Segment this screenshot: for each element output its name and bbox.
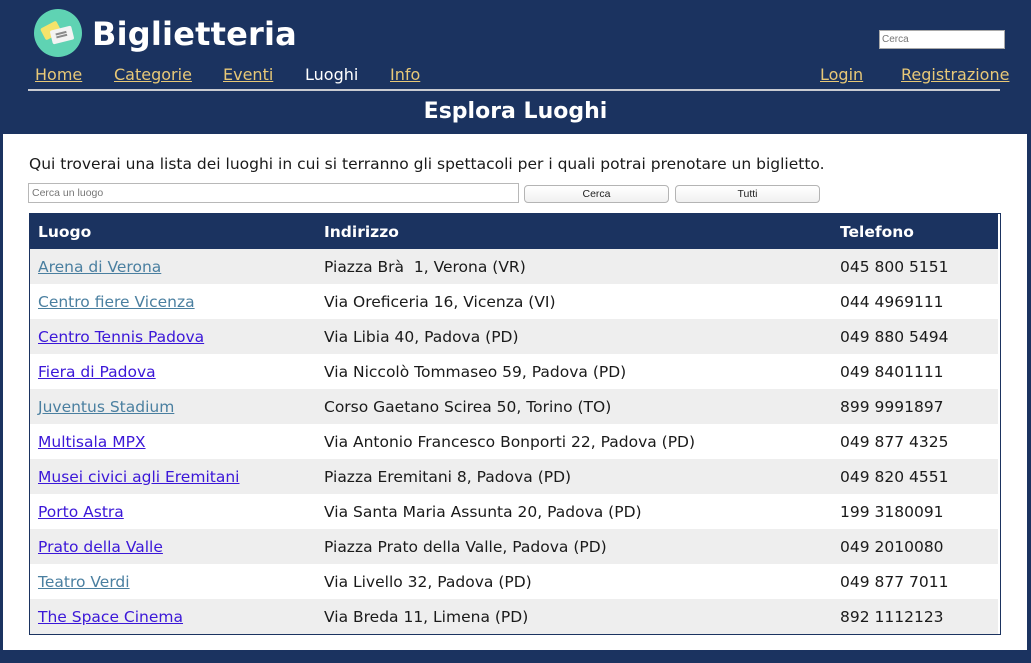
cell-telefono: 045 800 5151 bbox=[840, 257, 949, 276]
cell-telefono: 049 877 4325 bbox=[840, 432, 949, 451]
cell-luogo: Prato della Valle bbox=[30, 529, 316, 564]
table-row: Musei civici agli Eremitani Piazza Eremi… bbox=[30, 459, 998, 494]
cell-luogo: Juventus Stadium bbox=[30, 389, 316, 424]
cell-luogo: Multisala MPX bbox=[30, 424, 316, 459]
cell-indirizzo: Via Antonio Francesco Bonporti 22, Padov… bbox=[324, 432, 696, 451]
venue-link[interactable]: Juventus Stadium bbox=[38, 398, 174, 416]
venues-table-container: Luogo Indirizzo Telefono Arena di Verona… bbox=[29, 213, 1001, 635]
site-header: Biglietteria Home Categorie Eventi Luogh… bbox=[0, 0, 1031, 134]
cell-indirizzo: Via Libia 40, Padova (PD) bbox=[324, 327, 519, 346]
cell-luogo: Musei civici agli Eremitani bbox=[30, 459, 316, 494]
cell-indirizzo: Corso Gaetano Scirea 50, Torino (TO) bbox=[324, 397, 612, 416]
cell-telefono: 049 877 7011 bbox=[840, 572, 949, 591]
search-button[interactable]: Cerca bbox=[524, 185, 669, 203]
cell-luogo: Centro Tennis Padova bbox=[30, 319, 316, 354]
nav-login[interactable]: Login bbox=[820, 64, 863, 86]
cell-luogo: Centro fiere Vicenza bbox=[30, 284, 316, 319]
column-header-telefono: Telefono bbox=[840, 222, 914, 241]
nav-home[interactable]: Home bbox=[35, 64, 82, 86]
venue-link[interactable]: The Space Cinema bbox=[38, 608, 183, 626]
header-divider bbox=[28, 89, 1000, 91]
table-row: Multisala MPX Via Antonio Francesco Bonp… bbox=[30, 424, 998, 459]
venue-link[interactable]: Fiera di Padova bbox=[38, 363, 156, 381]
cell-indirizzo: Piazza Brà 1, Verona (VR) bbox=[324, 257, 526, 276]
table-row: Teatro Verdi Via Livello 32, Padova (PD)… bbox=[30, 564, 998, 599]
search-luogo-input[interactable] bbox=[28, 183, 519, 203]
venue-link[interactable]: Centro fiere Vicenza bbox=[38, 293, 195, 311]
nav-eventi[interactable]: Eventi bbox=[223, 64, 273, 86]
page: Biglietteria Home Categorie Eventi Luogh… bbox=[0, 0, 1031, 663]
nav-info[interactable]: Info bbox=[390, 64, 420, 86]
cell-luogo: The Space Cinema bbox=[30, 599, 316, 634]
cell-luogo: Porto Astra bbox=[30, 494, 316, 529]
table-row: Prato della Valle Piazza Prato della Val… bbox=[30, 529, 998, 564]
cell-indirizzo: Via Santa Maria Assunta 20, Padova (PD) bbox=[324, 502, 642, 521]
intro-text: Qui troverai una lista dei luoghi in cui… bbox=[29, 155, 825, 173]
venue-link[interactable]: Musei civici agli Eremitani bbox=[38, 468, 239, 486]
table-header-row: Luogo Indirizzo Telefono bbox=[30, 214, 998, 249]
cell-indirizzo: Via Breda 11, Limena (PD) bbox=[324, 607, 529, 626]
table-row: Centro fiere Vicenza Via Oreficeria 16, … bbox=[30, 284, 998, 319]
nav-registrazione[interactable]: Registrazione bbox=[901, 64, 1009, 86]
cell-telefono: 049 880 5494 bbox=[840, 327, 949, 346]
column-header-luogo: Luogo bbox=[38, 222, 92, 241]
table-row: Arena di Verona Piazza Brà 1, Verona (VR… bbox=[30, 249, 998, 284]
venue-link[interactable]: Teatro Verdi bbox=[38, 573, 130, 591]
cell-indirizzo: Via Niccolò Tommaseo 59, Padova (PD) bbox=[324, 362, 627, 381]
cell-telefono: 899 9991897 bbox=[840, 397, 944, 416]
brand-title[interactable]: Biglietteria bbox=[92, 14, 297, 54]
page-title: Esplora Luoghi bbox=[423, 99, 608, 124]
show-all-button[interactable]: Tutti bbox=[675, 185, 820, 203]
cell-telefono: 892 1112123 bbox=[840, 607, 944, 626]
venue-link[interactable]: Porto Astra bbox=[38, 503, 124, 521]
table-row: The Space Cinema Via Breda 11, Limena (P… bbox=[30, 599, 998, 634]
main-content: Qui troverai una lista dei luoghi in cui… bbox=[3, 134, 1027, 650]
cell-luogo: Teatro Verdi bbox=[30, 564, 316, 599]
nav-categorie[interactable]: Categorie bbox=[114, 64, 192, 86]
venue-link[interactable]: Centro Tennis Padova bbox=[38, 328, 204, 346]
venue-link[interactable]: Multisala MPX bbox=[38, 433, 146, 451]
table-row: Fiera di Padova Via Niccolò Tommaseo 59,… bbox=[30, 354, 998, 389]
cell-luogo: Arena di Verona bbox=[30, 249, 316, 284]
cell-telefono: 199 3180091 bbox=[840, 502, 944, 521]
cell-telefono: 044 4969111 bbox=[840, 292, 944, 311]
venue-link[interactable]: Prato della Valle bbox=[38, 538, 163, 556]
table-row: Porto Astra Via Santa Maria Assunta 20, … bbox=[30, 494, 998, 529]
cell-telefono: 049 8401111 bbox=[840, 362, 944, 381]
nav-luoghi: Luoghi bbox=[305, 65, 359, 84]
ticket-logo-icon[interactable] bbox=[34, 9, 82, 57]
cell-indirizzo: Piazza Eremitani 8, Padova (PD) bbox=[324, 467, 572, 486]
cell-telefono: 049 820 4551 bbox=[840, 467, 949, 486]
table-row: Juventus Stadium Corso Gaetano Scirea 50… bbox=[30, 389, 998, 424]
cell-indirizzo: Via Livello 32, Padova (PD) bbox=[324, 572, 532, 591]
footer-bar bbox=[0, 650, 1031, 663]
column-header-indirizzo: Indirizzo bbox=[324, 222, 399, 241]
cell-indirizzo: Piazza Prato della Valle, Padova (PD) bbox=[324, 537, 607, 556]
cell-indirizzo: Via Oreficeria 16, Vicenza (VI) bbox=[324, 292, 556, 311]
cell-luogo: Fiera di Padova bbox=[30, 354, 316, 389]
venue-link[interactable]: Arena di Verona bbox=[38, 258, 161, 276]
site-search-input[interactable] bbox=[879, 30, 1005, 49]
table-row: Centro Tennis Padova Via Libia 40, Padov… bbox=[30, 319, 998, 354]
cell-telefono: 049 2010080 bbox=[840, 537, 944, 556]
venues-table: Luogo Indirizzo Telefono Arena di Verona… bbox=[30, 214, 998, 634]
